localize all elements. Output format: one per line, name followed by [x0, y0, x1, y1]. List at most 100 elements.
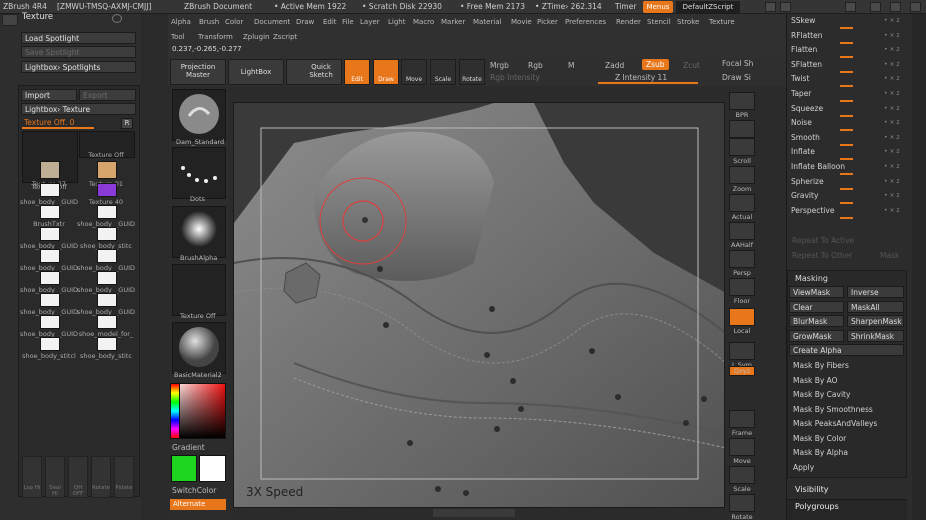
repeat-to-active-button[interactable]: Repeat To Active [792, 236, 854, 245]
rotate-texture-button[interactable]: Rotate [91, 456, 111, 498]
menu-texture[interactable]: Texture [709, 18, 735, 26]
material-thumbnail[interactable] [172, 322, 226, 374]
deform-slider[interactable] [840, 70, 853, 73]
m-button[interactable]: M [568, 61, 574, 70]
menu-transform[interactable]: Transform [198, 33, 233, 41]
import-button[interactable]: Import [21, 89, 77, 101]
create-alpha-button[interactable]: Create Alpha [789, 344, 904, 356]
nav-floor-button[interactable] [729, 278, 755, 296]
texture-thumb[interactable] [40, 227, 60, 241]
r-button[interactable]: R [121, 118, 133, 129]
mask-label[interactable]: Mask [880, 251, 899, 260]
texture-thumb[interactable] [97, 205, 117, 219]
lightbox-button[interactable]: LightBox [228, 59, 284, 85]
switch-color-button[interactable]: SwitchColor [172, 486, 216, 495]
nav-rotate-button[interactable] [729, 494, 755, 512]
deform-noise[interactable]: Noise [791, 118, 812, 127]
texture-thumbnail[interactable] [172, 264, 226, 316]
texture-thumb[interactable] [97, 183, 117, 197]
mask-clear-button[interactable]: Clear [789, 300, 844, 313]
axis-toggle-icon[interactable]: • × ᴢ [884, 163, 900, 170]
menu-edit[interactable]: Edit [323, 18, 337, 26]
nav-zoom-button[interactable] [729, 166, 755, 184]
mask-sharpenmask-button[interactable]: SharpenMask [847, 315, 904, 327]
nav-aahalf-button[interactable] [729, 222, 755, 240]
axis-toggle-icon[interactable]: • × ᴢ [884, 119, 900, 126]
deform-slider[interactable] [840, 114, 853, 117]
menu-alpha[interactable]: Alpha [171, 18, 191, 26]
deform-squeeze[interactable]: Squeeze [791, 104, 823, 113]
stroke-thumbnail[interactable] [172, 147, 226, 199]
menu-brush[interactable]: Brush [199, 18, 219, 26]
qh-off-button[interactable]: QH OFF [68, 456, 88, 498]
mask-viewmask-button[interactable]: ViewMask [789, 286, 844, 298]
nav-persp-button[interactable] [729, 250, 755, 268]
mask-growmask-button[interactable]: GrowMask [789, 329, 844, 342]
texture-thumb[interactable] [97, 337, 117, 351]
right-scrollbar[interactable] [912, 14, 926, 520]
deform-slider[interactable] [840, 56, 853, 59]
deform-perspective[interactable]: Perspective [791, 206, 834, 215]
texture-slider-bar[interactable] [22, 127, 94, 129]
menu-file[interactable]: File [342, 18, 354, 26]
viewport-canvas[interactable]: 3X Speed [233, 102, 725, 508]
zsub-button[interactable]: Zsub [642, 59, 669, 70]
alpha-thumbnail[interactable] [172, 206, 226, 258]
texture-thumb[interactable] [97, 271, 117, 285]
texture-thumb[interactable] [40, 293, 60, 307]
texture-thumb[interactable] [97, 293, 117, 307]
alternate-button[interactable]: Alternate [170, 499, 226, 510]
menu-tool[interactable]: Tool [171, 33, 185, 41]
deform-sskew[interactable]: SSkew [791, 16, 815, 25]
menu-movie[interactable]: Movie [511, 18, 532, 26]
axis-toggle-icon[interactable]: • × ᴢ [884, 75, 900, 82]
mask-inverse-button[interactable]: Inverse [847, 286, 904, 298]
rgb-button[interactable]: Rgb [528, 61, 543, 70]
lightbox-texture-button[interactable]: Lightbox› Texture [21, 103, 136, 115]
draw-button[interactable]: Draw [373, 59, 399, 85]
deform-flatten[interactable]: Flatten [791, 45, 817, 54]
axis-toggle-icon[interactable]: • × ᴢ [884, 134, 900, 141]
menu-zplugin[interactable]: Zplugin [243, 33, 269, 41]
z-intensity-bar[interactable] [598, 82, 698, 84]
deform-slider[interactable] [840, 27, 853, 29]
menu-stroke[interactable]: Stroke [677, 18, 699, 26]
projection-master-button[interactable]: Projection Master [170, 59, 226, 85]
menu-zscript[interactable]: Zscript [273, 33, 297, 41]
nav-scroll-button[interactable] [729, 138, 755, 156]
hue-strip[interactable] [170, 383, 180, 439]
texture-thumb[interactable] [40, 315, 60, 329]
maximize-icon[interactable] [890, 2, 901, 12]
axis-toggle-icon[interactable]: • × ᴢ [884, 46, 900, 53]
close-icon[interactable] [910, 2, 921, 12]
canvas-scroll-strip[interactable] [433, 509, 515, 517]
rgb-intensity-slider[interactable]: Rgb Intensity [490, 73, 540, 82]
mask-item-mask-by-color[interactable]: Mask By Color [793, 434, 846, 443]
menu-marker[interactable]: Marker [441, 18, 465, 26]
menus-button[interactable]: Menus [643, 1, 673, 13]
menu-draw[interactable]: Draw [296, 18, 314, 26]
lsp-hi-button[interactable]: Lsp Hi [22, 456, 42, 498]
texture-thumb[interactable] [97, 315, 117, 329]
masking-title[interactable]: Masking [795, 274, 828, 283]
scale-button[interactable]: Scale [430, 59, 456, 85]
zadd-button[interactable]: Zadd [605, 61, 624, 70]
axis-toggle-icon[interactable]: • × ᴢ [884, 17, 900, 24]
move-button[interactable]: Move [401, 59, 427, 85]
mask-item-mask-by-fibers[interactable]: Mask By Fibers [793, 361, 849, 370]
axis-toggle-icon[interactable]: • × ᴢ [884, 61, 900, 68]
axis-toggle-icon[interactable]: • × ᴢ [884, 105, 900, 112]
menu-color[interactable]: Color [225, 18, 243, 26]
deform-taper[interactable]: Taper [791, 89, 811, 98]
minimize-icon[interactable] [870, 2, 881, 12]
nav-local-button[interactable] [729, 308, 755, 326]
nav-spix-button[interactable] [729, 120, 755, 138]
nav-actual-button[interactable] [729, 194, 755, 212]
edit-button[interactable]: Edit [344, 59, 370, 85]
mask-blurmask-button[interactable]: BlurMask [789, 315, 844, 327]
layout-icon[interactable] [780, 2, 791, 12]
texture-off-slider-label[interactable]: Texture Off. 0 [24, 118, 74, 127]
nav-frame-button[interactable] [729, 410, 755, 428]
save-spotlight-button[interactable]: Save Spotlight [21, 46, 136, 58]
zcut-button[interactable]: Zcut [683, 61, 700, 70]
